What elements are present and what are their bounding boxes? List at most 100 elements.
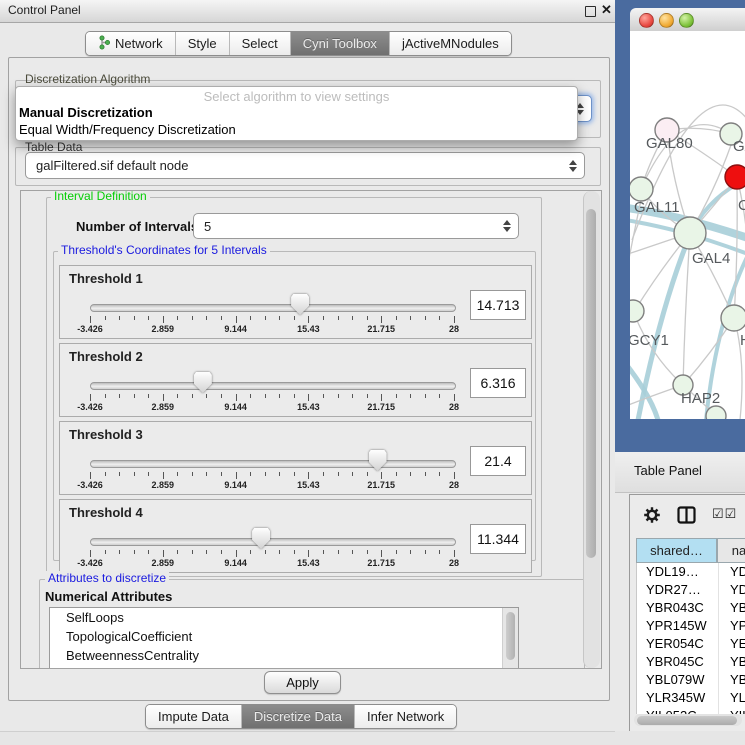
table-row[interactable]: YBR043CYBR0 — [637, 599, 745, 617]
tab-cyni-toolbox[interactable]: Cyni Toolbox — [291, 32, 390, 55]
table-row[interactable]: YIL052CYIL0 — [637, 707, 745, 714]
tab-select[interactable]: Select — [230, 32, 291, 55]
popup-item-manual[interactable]: Manual Discretization — [19, 105, 153, 120]
slider-tick — [367, 472, 368, 476]
slider-thumb[interactable] — [252, 528, 270, 549]
network-node-red[interactable] — [725, 165, 745, 189]
slider-tick — [323, 472, 324, 476]
tab-discretize-data[interactable]: Discretize Data — [242, 705, 355, 728]
slider-tick — [134, 316, 135, 320]
tab-infer-network[interactable]: Infer Network — [355, 705, 456, 728]
column-header-name[interactable]: name — [717, 538, 745, 563]
slider-tick — [338, 472, 339, 476]
slider-tick — [294, 472, 295, 476]
tab-network[interactable]: Network — [86, 32, 176, 55]
split-columns-icon[interactable] — [677, 506, 696, 524]
scrollbar-thumb[interactable] — [637, 716, 737, 725]
slider-thumb[interactable] — [194, 372, 212, 393]
close-icon[interactable]: ✕ — [601, 2, 612, 18]
slider-tick — [396, 316, 397, 320]
scrollbar-thumb[interactable] — [586, 209, 596, 558]
slider-tick — [454, 394, 455, 401]
list-item[interactable]: BetweennessCentrality — [50, 646, 518, 665]
table-row[interactable]: YDR27…YDR2 — [637, 581, 745, 599]
checkboxes-icon[interactable]: ☑☑ — [712, 506, 737, 522]
network-node-green[interactable] — [630, 300, 644, 322]
threshold-value-field[interactable]: 14.713 — [470, 290, 526, 320]
slider-tick — [148, 472, 149, 476]
settings-vertical-scrollbar[interactable] — [583, 191, 600, 668]
network-node-green[interactable] — [706, 406, 726, 419]
gear-icon[interactable] — [643, 506, 661, 524]
slider-track[interactable] — [90, 538, 456, 546]
cell-shared-name: YBL079W — [646, 672, 705, 687]
threshold-1-panel: Threshold 1-3.4262.8599.14415.4321.71528… — [59, 265, 532, 339]
threshold-value-field[interactable]: 6.316 — [470, 368, 526, 398]
popup-item-equal-width[interactable]: Equal Width/Frequency Discretization — [19, 122, 236, 137]
slider-tick — [148, 394, 149, 398]
slider-tick — [206, 316, 207, 320]
network-window-titlebar[interactable] — [630, 8, 745, 32]
float-window-icon[interactable] — [585, 6, 596, 17]
slider-track[interactable] — [90, 460, 456, 468]
tab-style[interactable]: Style — [176, 32, 230, 55]
slider-tick — [119, 472, 120, 476]
scrollbar-thumb[interactable] — [506, 612, 515, 660]
network-node-label: C — [738, 197, 745, 214]
network-edge[interactable] — [734, 190, 737, 318]
slider-track[interactable] — [90, 382, 456, 390]
cell-name: YBR0 — [730, 600, 745, 615]
slider-thumb[interactable] — [369, 450, 387, 471]
slider-tick — [236, 316, 237, 323]
network-graph[interactable]: GAL80GAGAL11CGAL4GCY1HHAP2 — [630, 31, 745, 419]
close-light[interactable] — [639, 13, 654, 28]
table-row[interactable]: YBL079WYBL0 — [637, 671, 745, 689]
table-horizontal-scrollbar[interactable] — [634, 714, 742, 726]
slider-tick — [192, 316, 193, 320]
slider-tick — [425, 550, 426, 554]
slider-tick — [381, 316, 382, 323]
slider-tick — [367, 550, 368, 554]
table-data-combobox[interactable]: galFiltered.sif default node — [25, 152, 585, 179]
tab-label: Select — [242, 36, 278, 51]
table-row[interactable]: YBR045CYBR0 — [637, 653, 745, 671]
slider-tick — [454, 472, 455, 479]
threshold-value-field[interactable]: 11.344 — [470, 524, 526, 554]
combo-arrows-icon — [502, 220, 511, 232]
slider-tick — [381, 394, 382, 401]
zoom-light[interactable] — [679, 13, 694, 28]
numerical-attributes-list[interactable]: SelfLoopsTopologicalCoefficientBetweenne… — [49, 607, 519, 669]
network-node-green[interactable] — [721, 305, 745, 331]
slider-tick — [410, 394, 411, 398]
number-of-intervals-combobox[interactable]: 5 — [193, 213, 519, 239]
table-row[interactable]: YDL19…YDL1 — [637, 563, 745, 581]
tab-jactivemnodules[interactable]: jActiveMNodules — [390, 32, 511, 55]
slider-tick-label: -3.426 — [77, 324, 103, 334]
slider-tick — [381, 550, 382, 557]
popup-hint: Select algorithm to view settings — [16, 89, 577, 104]
list-scrollbar[interactable] — [502, 608, 518, 668]
list-item[interactable]: SelfLoops — [50, 608, 518, 627]
list-item[interactable]: TopologicalCoefficient — [50, 627, 518, 646]
table-data-value: galFiltered.sif default node — [26, 158, 568, 173]
slider-tick — [265, 472, 266, 476]
tab-label: Style — [188, 36, 217, 51]
minimize-light[interactable] — [659, 13, 674, 28]
table-row[interactable]: YER054CYER0 — [637, 635, 745, 653]
slider-tick — [177, 472, 178, 476]
apply-button[interactable]: Apply — [264, 671, 341, 694]
threshold-value-field[interactable]: 21.4 — [470, 446, 526, 476]
slider-tick — [148, 316, 149, 320]
slider-track[interactable] — [90, 304, 456, 312]
network-node-green[interactable] — [674, 217, 706, 249]
slider-tick — [250, 472, 251, 476]
slider-tick — [105, 316, 106, 320]
network-node-label: GA — [733, 138, 745, 155]
table-row[interactable]: YPR145WYPR1 — [637, 617, 745, 635]
tab-label: Impute Data — [158, 709, 229, 724]
network-node-green[interactable] — [630, 177, 653, 201]
table-row[interactable]: YLR345WYLR3 — [637, 689, 745, 707]
slider-thumb[interactable] — [291, 294, 309, 315]
column-header-shared[interactable]: shared… — [636, 538, 717, 563]
tab-impute-data[interactable]: Impute Data — [146, 705, 242, 728]
